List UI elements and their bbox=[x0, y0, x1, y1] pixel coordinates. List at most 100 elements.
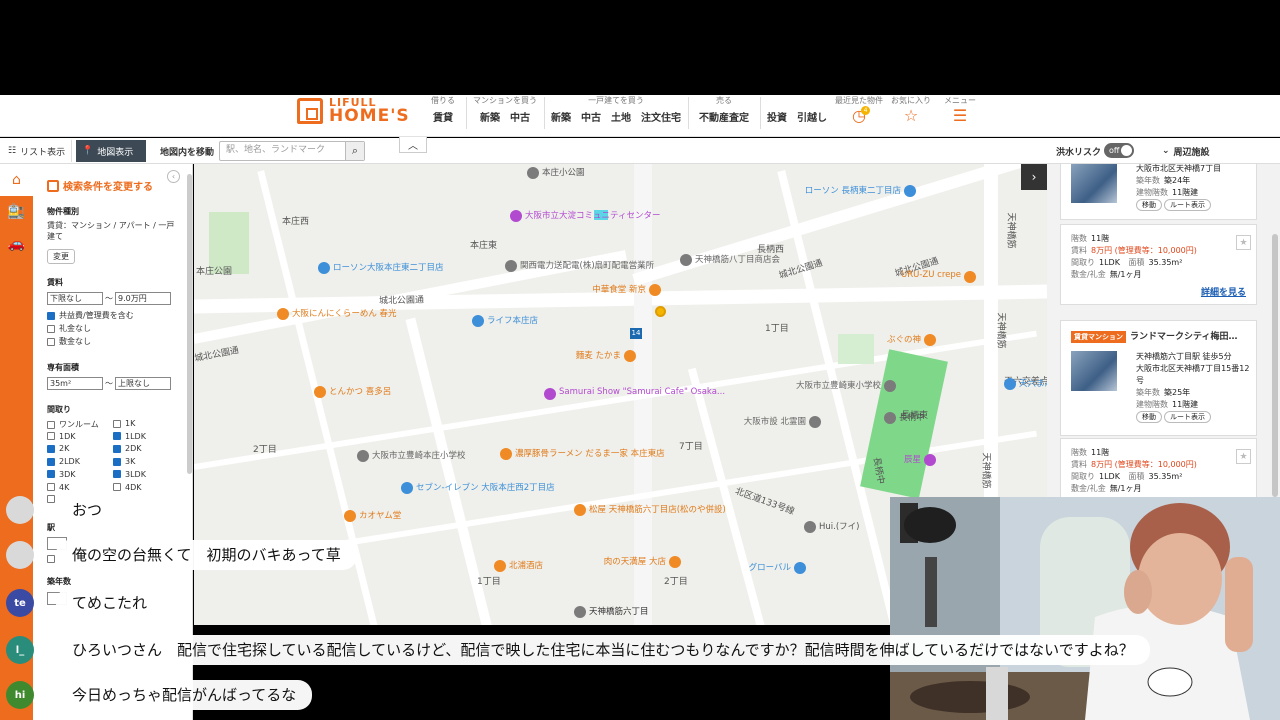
map-place-label[interactable]: 大阪市立大淀コミュニティセンター bbox=[525, 209, 661, 221]
layout-checkbox[interactable]: 2DK bbox=[113, 444, 142, 453]
layout-checkbox[interactable]: 1LDK bbox=[113, 432, 146, 441]
map-place-pin[interactable] bbox=[574, 504, 586, 516]
location-search-input[interactable]: 駅、地名、ランドマーク bbox=[219, 141, 365, 161]
map-place-pin[interactable] bbox=[500, 448, 512, 460]
layout-checkbox-extra[interactable] bbox=[47, 495, 55, 503]
map-view-tab[interactable]: 📍 地図表示 bbox=[76, 140, 146, 162]
map-place-pin[interactable] bbox=[344, 510, 356, 522]
map-place-label[interactable]: 麵麦 たかま bbox=[576, 349, 621, 361]
map-place-pin[interactable] bbox=[924, 334, 936, 346]
map-place-pin[interactable] bbox=[527, 167, 539, 179]
map-place-label[interactable]: 辰星 bbox=[904, 453, 921, 465]
collapse-sidebar-icon[interactable]: ‹ bbox=[167, 170, 180, 183]
map-place-label[interactable]: 中華食堂 新京 bbox=[592, 283, 646, 295]
station-icon[interactable]: 🚉 bbox=[0, 196, 33, 228]
map-place-pin[interactable] bbox=[505, 260, 517, 272]
map-place-label[interactable]: ぶぐの神 bbox=[887, 333, 921, 345]
route-button[interactable]: ルート表示 bbox=[1164, 199, 1211, 211]
rent-option-common-fee[interactable]: 共益費/管理費を含む bbox=[47, 310, 134, 321]
map-place-label[interactable]: カオヤム堂 bbox=[359, 509, 401, 521]
listing-scrollbar[interactable] bbox=[1272, 234, 1278, 497]
chevron-right-icon[interactable]: › bbox=[1021, 164, 1047, 190]
favorite-star-icon[interactable]: ★ bbox=[1236, 235, 1251, 250]
layout-checkbox[interactable]: 2K bbox=[47, 444, 69, 453]
map-place-pin[interactable] bbox=[510, 210, 522, 222]
nav-item-moving[interactable]: 引越し bbox=[797, 109, 827, 124]
map-place-pin[interactable] bbox=[318, 262, 330, 274]
map-place-pin[interactable] bbox=[804, 521, 816, 533]
chevron-up-icon[interactable]: ︿ bbox=[399, 137, 427, 153]
map-place-label[interactable]: とんかつ 喜多呂 bbox=[329, 385, 391, 397]
map-place-pin[interactable] bbox=[649, 284, 661, 296]
map-place-pin[interactable] bbox=[669, 556, 681, 568]
nav-item-used-mansion[interactable]: 中古 bbox=[510, 109, 530, 124]
area-max-select[interactable]: 上限なし bbox=[115, 377, 171, 390]
map-place-label[interactable]: 松屋 天神橋筋六丁目店(松のや併設) bbox=[589, 503, 726, 515]
listing-card[interactable]: 賃貸マンション ランドマークシティ梅田… 天神橋筋六丁目駅 徒歩5分 大阪市北区天… bbox=[1060, 320, 1257, 436]
lifull-homes-logo[interactable]: LIFULL HOME'S bbox=[297, 97, 410, 125]
map-place-pin[interactable] bbox=[794, 562, 806, 574]
map-place-label[interactable]: 関西電力送配電(株)扇町配電営業所 bbox=[520, 259, 654, 271]
map-place-pin[interactable] bbox=[494, 560, 506, 572]
current-location-marker[interactable] bbox=[655, 306, 666, 317]
layout-checkbox[interactable]: 1K bbox=[113, 419, 135, 428]
change-conditions-link[interactable]: 検索条件を変更する bbox=[47, 178, 153, 193]
detail-link[interactable]: 詳細を見る bbox=[1201, 285, 1246, 298]
layout-checkbox[interactable]: 1DK bbox=[47, 432, 76, 441]
map-place-label[interactable]: 濃厚豚骨ラーメン だるま一家 本庄東店 bbox=[515, 447, 665, 459]
nav-item-rent[interactable]: 賃貸 bbox=[433, 109, 453, 124]
map-place-label[interactable]: 天神橋筋八丁目商店会 bbox=[695, 253, 780, 265]
favorites-button[interactable]: お気に入り ☆ bbox=[888, 95, 934, 125]
map-place-pin[interactable] bbox=[904, 185, 916, 197]
recent-properties-button[interactable]: 最近見た物件 ◷ 4 bbox=[834, 95, 884, 125]
layout-checkbox[interactable]: ワンルーム bbox=[47, 419, 99, 430]
change-property-type-button[interactable]: 変更 bbox=[47, 249, 75, 264]
nearby-facilities-button[interactable]: ⌄ 周辺施設 bbox=[1156, 140, 1216, 162]
listing-unit-card[interactable]: 階数 11階 賃料 8万円 (管理費等：10,000円) 間取り 1LDK 面積 35.… bbox=[1060, 438, 1257, 497]
nav-item-used-house[interactable]: 中古 bbox=[581, 109, 601, 124]
layout-checkbox[interactable]: 4K bbox=[47, 483, 69, 492]
map-place-pin[interactable] bbox=[884, 380, 896, 392]
map-place-pin[interactable] bbox=[1004, 378, 1016, 390]
rent-option-no-key-money[interactable]: 礼金なし bbox=[47, 323, 91, 334]
map-place-pin[interactable] bbox=[884, 412, 896, 424]
layout-checkbox[interactable]: 3LDK bbox=[113, 470, 146, 479]
station-checkbox[interactable] bbox=[47, 555, 55, 563]
map-place-label[interactable]: ローソン大阪本庄東二丁目店 bbox=[333, 261, 444, 273]
map-place-pin[interactable] bbox=[924, 454, 936, 466]
layout-checkbox[interactable]: 2LDK bbox=[47, 457, 80, 466]
layout-checkbox[interactable]: 3K bbox=[113, 457, 135, 466]
nav-item-land[interactable]: 土地 bbox=[611, 109, 631, 124]
list-view-tab[interactable]: ☷ リスト表示 bbox=[2, 140, 73, 162]
rent-min-select[interactable]: 下限なし bbox=[47, 292, 103, 305]
listing-unit-card[interactable]: 階数 11階 賃料 8万円 (管理費等：10,000円) 間取り 1LDK 面積 35.… bbox=[1060, 224, 1257, 305]
map-place-pin[interactable] bbox=[964, 271, 976, 283]
favorite-star-icon[interactable]: ★ bbox=[1236, 449, 1251, 464]
map-place-label[interactable]: 長柄中 bbox=[899, 411, 925, 423]
route-button[interactable]: ルート表示 bbox=[1164, 411, 1211, 423]
sidebar-scrollbar[interactable] bbox=[187, 174, 192, 474]
map-place-pin[interactable] bbox=[277, 308, 289, 320]
map-place-pin[interactable] bbox=[401, 482, 413, 494]
map-place-pin[interactable] bbox=[357, 450, 369, 462]
nav-item-appraisal[interactable]: 不動産査定 bbox=[699, 109, 749, 124]
map-place-label[interactable]: セブン-イレブン 大阪本庄西2丁目店 bbox=[416, 481, 555, 493]
rent-option-no-deposit[interactable]: 敷金なし bbox=[47, 336, 91, 347]
map-place-label[interactable]: Hui.(フイ) bbox=[819, 520, 859, 532]
map-place-pin[interactable] bbox=[314, 386, 326, 398]
map-place-pin[interactable] bbox=[809, 416, 821, 428]
map-place-label[interactable]: ライフ本庄店 bbox=[487, 314, 538, 326]
nav-item-invest[interactable]: 投資 bbox=[767, 109, 787, 124]
car-icon[interactable]: 🚗 bbox=[0, 228, 33, 260]
map-place-label[interactable]: 天六まん bbox=[1019, 377, 1047, 389]
listing-name[interactable]: ランドマークシティ梅田… bbox=[1130, 332, 1237, 342]
search-icon[interactable]: ⌕ bbox=[345, 142, 364, 160]
map-place-label[interactable]: 大阪にんにくらーめん 春光 bbox=[292, 307, 397, 319]
layout-checkbox[interactable]: 4DK bbox=[113, 483, 142, 492]
move-button[interactable]: 移動 bbox=[1136, 199, 1162, 211]
map-place-label[interactable]: Samurai Show "Samurai Cafe" Osaka... bbox=[559, 387, 725, 397]
map-place-label[interactable]: 肉の天満屋 大店 bbox=[604, 555, 666, 567]
flood-risk-toggle[interactable]: off bbox=[1104, 143, 1134, 158]
home-search-icon[interactable]: ⌂ bbox=[0, 164, 33, 196]
map-place-label[interactable]: 北浦酒店 bbox=[509, 559, 543, 571]
